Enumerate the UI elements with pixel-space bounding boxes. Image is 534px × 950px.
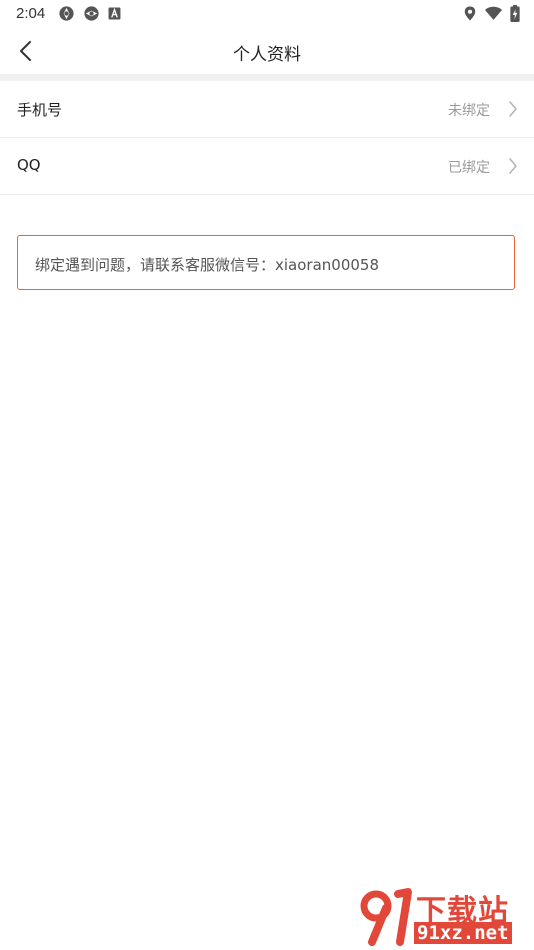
- battery-icon: [510, 5, 520, 22]
- header: 个人资料: [0, 28, 534, 74]
- watermark: 下载站 91xz.net: [358, 886, 530, 948]
- status-icons-left: [58, 5, 121, 22]
- font-a-icon: [108, 7, 121, 20]
- row-qq[interactable]: QQ 已绑定: [0, 138, 534, 195]
- aperture-icon: [58, 5, 75, 22]
- row-status: 未绑定: [448, 103, 490, 119]
- wifi-icon: [485, 6, 502, 21]
- watermark-domain: 91xz.net: [414, 922, 512, 944]
- section-divider: [0, 74, 534, 81]
- row-label: QQ: [17, 156, 41, 174]
- notice-text: 绑定遇到问题，请联系客服微信号：xiaoran00058: [35, 256, 379, 274]
- chevron-right-icon: [508, 100, 518, 122]
- status-time: 2:04: [16, 5, 46, 22]
- profile-list: 手机号 未绑定 QQ 已绑定: [0, 81, 534, 195]
- row-phone[interactable]: 手机号 未绑定: [0, 81, 534, 138]
- location-icon: [463, 5, 477, 22]
- notice-box: 绑定遇到问题，请联系客服微信号：xiaoran00058: [17, 235, 515, 290]
- status-bar: 2:04: [0, 0, 534, 28]
- row-status: 已绑定: [448, 160, 490, 176]
- logo-91-icon: [360, 888, 412, 946]
- page-title: 个人资料: [233, 45, 301, 65]
- aperture-icon: [83, 5, 100, 22]
- status-icons-right: [463, 5, 520, 22]
- row-label: 手机号: [17, 101, 63, 119]
- chevron-right-icon: [508, 157, 518, 179]
